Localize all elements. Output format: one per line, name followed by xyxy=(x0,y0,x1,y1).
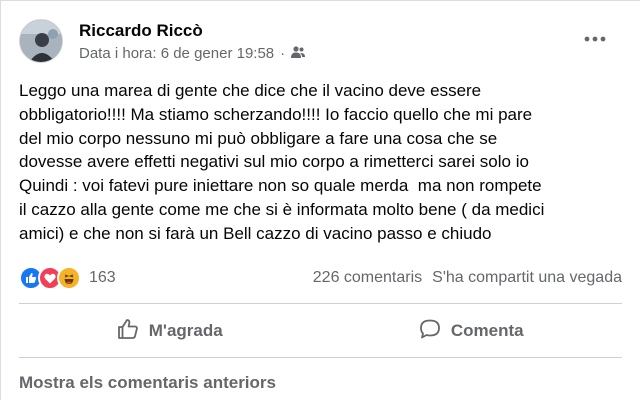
show-previous-comments-link[interactable]: Mostra els comentaris anteriors xyxy=(19,373,276,393)
post-meta: Data i hora: 6 de gener 19:58 · xyxy=(79,45,306,62)
post-header: Riccardo Riccò Data i hora: 6 de gener 1… xyxy=(19,19,622,69)
share-count[interactable]: S'ha compartit una vegada xyxy=(432,269,622,287)
divider-bottom xyxy=(19,357,622,358)
post-stats: 163 226 comentaris S'ha compartit una ve… xyxy=(19,266,622,290)
more-options-icon[interactable] xyxy=(580,29,610,49)
post-text: Leggo una marea di gente che dice che il… xyxy=(19,81,545,243)
reaction-count[interactable]: 163 xyxy=(89,269,116,287)
post-timestamp[interactable]: Data i hora: 6 de gener 19:58 xyxy=(79,45,274,62)
comment-count[interactable]: 226 comentaris xyxy=(313,269,422,287)
comment-button-label: Comenta xyxy=(450,321,524,340)
thumbs-up-icon xyxy=(117,318,139,345)
stats-right: 226 comentaris S'ha compartit una vegada xyxy=(313,269,622,287)
author-name[interactable]: Riccardo Riccò xyxy=(79,21,203,41)
avatar-photo-icon xyxy=(20,20,62,62)
comment-button[interactable]: Comenta xyxy=(321,309,623,353)
like-button-label: M'agrada xyxy=(148,321,223,340)
post-actions: M'agrada Comenta xyxy=(19,309,622,353)
like-button[interactable]: M'agrada xyxy=(19,309,321,353)
meta-separator: · xyxy=(280,45,286,62)
reaction-icons[interactable] xyxy=(19,266,81,290)
post-card: Riccardo Riccò Data i hora: 6 de gener 1… xyxy=(0,0,640,400)
avatar[interactable] xyxy=(19,19,63,63)
friends-icon[interactable] xyxy=(291,45,306,62)
comment-bubble-icon xyxy=(419,318,441,345)
haha-reaction-icon xyxy=(57,266,81,290)
divider-top xyxy=(19,303,622,304)
